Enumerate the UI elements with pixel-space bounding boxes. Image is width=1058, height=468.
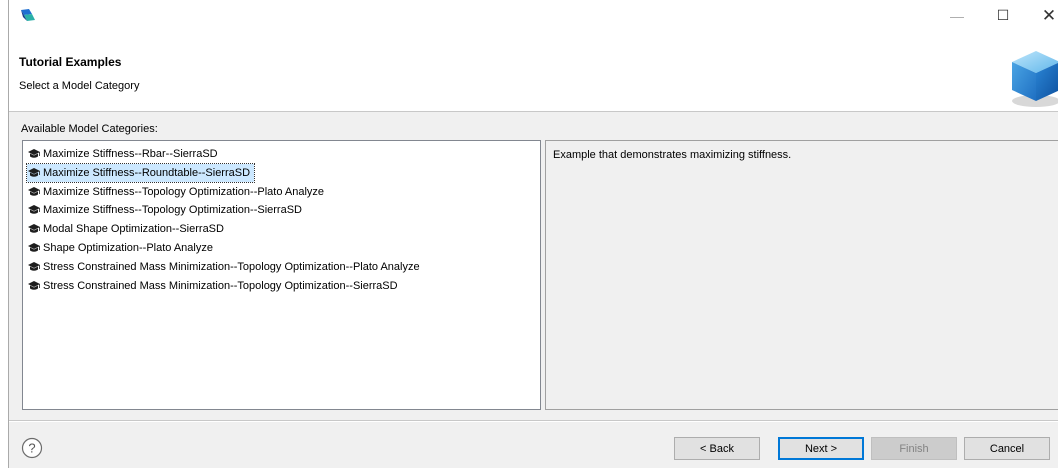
category-list[interactable]: Maximize Stiffness--Rbar--SierraSD Maximi… [22,140,541,410]
cube-logo-icon [1012,51,1058,107]
graduation-cap-icon [28,167,40,177]
cancel-button[interactable]: Cancel [964,437,1050,460]
list-item-label: Stress Constrained Mass Minimization--To… [43,260,420,273]
list-item-label: Stress Constrained Mass Minimization--To… [43,279,398,292]
back-button[interactable]: < Back [674,437,760,460]
list-item[interactable]: Modal Shape Optimization--SierraSD [27,220,228,238]
finish-button[interactable]: Finish [871,437,957,460]
list-item[interactable]: Maximize Stiffness--Rbar--SierraSD [27,145,222,163]
close-button[interactable]: ✕ [1026,0,1058,31]
app-logo-icon [21,9,35,21]
description-text: Example that demonstrates maximizing sti… [553,149,792,161]
page-subtitle: Select a Model Category [19,80,140,92]
help-question-icon[interactable]: ? [21,437,43,459]
description-panel: Example that demonstrates maximizing sti… [545,140,1058,410]
title-bar[interactable]: — ☐ ✕ [9,0,1058,31]
page-title: Tutorial Examples [19,55,122,69]
graduation-cap-icon [28,261,40,271]
list-item-label: Maximize Stiffness--Topology Optimizatio… [43,185,325,198]
list-item[interactable]: Stress Constrained Mass Minimization--To… [27,277,402,295]
list-item[interactable]: Stress Constrained Mass Minimization--To… [27,258,424,276]
graduation-cap-icon [28,224,40,233]
graduation-cap-icon [28,205,40,215]
list-item[interactable]: Maximize Stiffness--Topology Optimizatio… [27,183,328,201]
list-item-label: Maximize Stiffness--Topology Optimizatio… [43,204,302,217]
next-button[interactable]: Next > [778,437,864,460]
list-item-label: Modal Shape Optimization--SierraSD [43,223,224,236]
list-item-label: Maximize Stiffness--Roundtable--SierraSD [43,166,251,179]
list-item[interactable]: Maximize Stiffness--Topology Optimizatio… [27,201,306,219]
minimize-button[interactable]: — [934,0,980,31]
list-item-label: Shape Optimization--Plato Analyze [43,242,213,254]
graduation-cap-icon [28,186,40,196]
list-item[interactable]: Maximize Stiffness--Roundtable--SierraSD [25,162,256,183]
graduation-cap-icon [28,149,40,158]
graduation-cap-icon [28,243,40,252]
svg-text:?: ? [28,441,35,456]
footer-separator [9,420,1058,422]
list-item-label: Maximize Stiffness--Rbar--SierraSD [43,148,218,160]
wizard-banner: Tutorial Examples Select a Model Categor… [9,31,1058,112]
list-item[interactable]: Shape Optimization--Plato Analyze [27,239,217,257]
maximize-button[interactable]: ☐ [980,0,1026,31]
graduation-cap-icon [28,280,40,290]
wizard-dialog: — ☐ ✕ Tutorial Examples Select a Model C… [8,0,1058,468]
categories-label: Available Model Categories: [21,123,158,135]
